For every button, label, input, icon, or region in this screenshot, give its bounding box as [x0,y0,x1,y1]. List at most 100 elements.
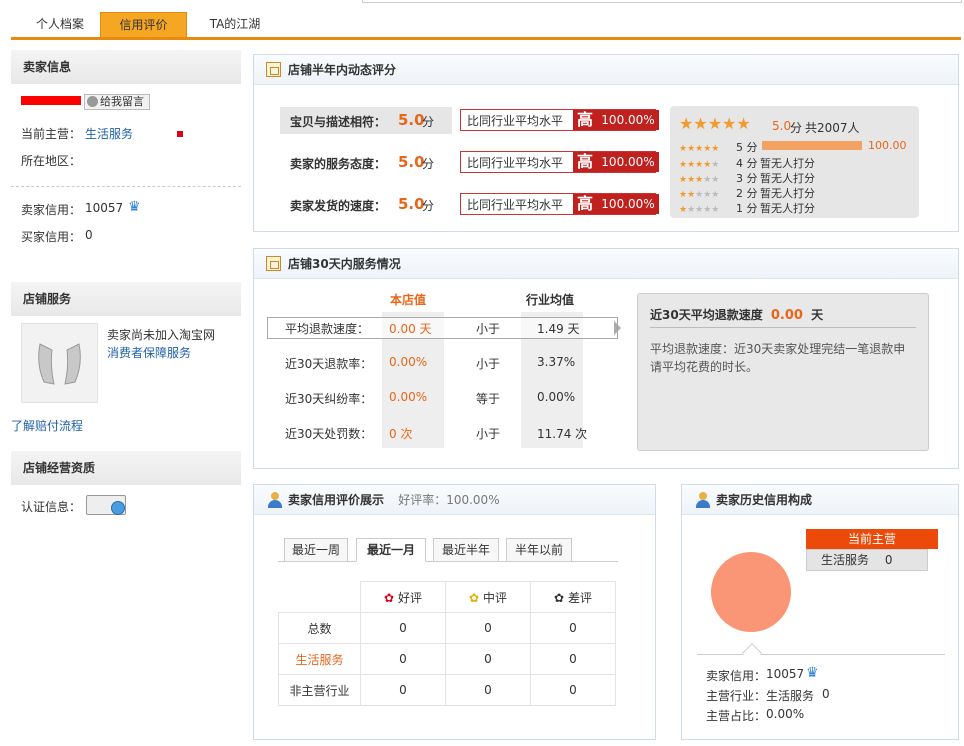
shop-service-header: 店铺服务 [11,282,241,316]
top-search-box-edge [362,0,962,3]
crown-icon[interactable]: ♛ [806,666,819,680]
message-icon [87,96,98,107]
dsr-row-unit: 分 [422,157,435,171]
neutral-review-icon: ✿ [469,590,480,605]
dsr-row-score: 5.0 [398,153,425,171]
cell: 0 [530,643,616,675]
table-header-row: ✿ 好评 ✿ 中评 ✿ 差评 [278,581,616,613]
dsr-row-label: 卖家的服务态度： [290,157,387,171]
tab-week[interactable]: 最近一周 [284,538,348,562]
tab-profile[interactable]: 个人档案 [17,12,103,37]
tab-jianghu[interactable]: TA的江湖 [193,12,277,37]
dsr-row-label: 卖家发货的速度： [290,199,387,213]
crown-icon[interactable]: ♛ [128,200,145,214]
compare-pct: 100.00% [597,152,659,172]
refund-box-desc: 平均退款速度：近30天卖家处理完结一笔退款申请平均花费的时长。 [650,342,906,374]
col-neutral: 中评 [482,590,507,605]
service-row-label: 近30天退款率： [285,357,373,371]
service-row-industry: 1.49 天 [537,322,580,336]
bad-review-icon: ✿ [554,590,565,605]
star-icon: ★★★★★ [679,144,720,154]
redacted-name [21,96,81,105]
row-label: 非主营行业 [278,674,361,706]
buyer-credit-label: 买家信用： [21,230,82,244]
dsr-header: 店铺半年内动态评分 [254,55,958,85]
col-industry: 行业均值 [526,293,575,307]
row-label: 总数 [278,612,361,644]
service-row-cmp: 小于 [476,322,501,336]
service-row-label: 近30天处罚数： [285,427,373,441]
dist-row: ★★★★★ [679,190,720,200]
current-main-badge: 当前主营 [806,529,938,549]
history-pie [711,552,791,632]
table-row: 总数 0 0 0 [278,612,616,644]
certificate-icon[interactable] [86,495,126,515]
seller-credit-label: 卖家信用： [21,203,82,217]
refund-box-title: 近30天平均退款速度 0.00 天 [650,308,824,323]
dist-text: 暂无人打分 [760,172,815,185]
cell: 0 [445,643,531,675]
dsr-compare: 比同行业平均水平高 100.00% [460,193,659,215]
history-item-value: 0 [884,553,893,567]
col-bad: 差评 [567,590,592,605]
history-header: 卖家历史信用构成 [682,485,958,515]
dsr-row-label: 宝贝与描述相符： [290,115,387,129]
history-item: 生活服务 0 [806,549,928,571]
service-row-label: 平均退款速度： [285,322,370,336]
service-row-cmp: 小于 [476,357,501,371]
dsr-title: 店铺半年内动态评分 [288,63,397,77]
refund-speed-box: 近30天平均退款速度 0.00 天 平均退款速度：近30天卖家处理完结一笔退款申… [637,293,929,451]
dsr-row-unit: 分 [422,115,435,129]
dsr-row-score: 5.0 [398,195,425,213]
summary-score: 5.0 [772,119,792,133]
tab-before-half-year[interactable]: 半年以前 [506,538,572,562]
industry-label: 主营行业： [706,689,767,703]
dsr-row-score: 5.0 [398,111,425,129]
divider [11,186,241,187]
service-row-store: 0.00% [389,390,428,404]
credit-show-header: 卖家信用评价展示 好评率：100.00% [254,485,655,515]
service-row-industry: 3.37% [537,355,576,369]
main-business-link[interactable]: 生活服务 [85,125,133,142]
dist-text: 暂无人打分 [760,157,815,170]
cell: 0 [360,612,446,644]
table-row: 生活服务 0 0 0 [278,643,616,675]
cell: 0 [445,674,531,706]
pointer-arrow [614,321,621,335]
credit-show-title: 卖家信用评价展示 [288,493,385,507]
leave-message-button[interactable]: 给我留言 [84,94,150,110]
credit-table: ✿ 好评 ✿ 中评 ✿ 差评 总数 0 0 0 生活服务 0 0 0 非主营行业… [278,581,616,706]
tab-half-year[interactable]: 最近半年 [433,538,499,562]
tab-credit[interactable]: 信用评价 [100,12,187,37]
history-credit-label: 卖家信用： [706,669,767,683]
service30-title: 店铺30天内服务情况 [288,257,401,271]
history-item-label: 生活服务 [821,553,870,567]
good-rate: 好评率：100.00% [398,493,500,507]
leave-message-label: 给我留言 [100,95,144,108]
compare-level: 高 [573,194,597,214]
service-row-industry: 11.74 次 [537,427,588,441]
tab-month[interactable]: 最近一月 [356,538,426,562]
seller-info-header: 卖家信息 [11,50,241,84]
service-row-store: 0.00% [389,355,428,369]
claim-process-link[interactable]: 了解赔付流程 [11,417,83,434]
cell: 0 [445,612,531,644]
dist-row: ★★★★★ [679,175,720,185]
compare-label: 比同行业平均水平 [467,156,564,170]
service-row-industry: 0.00% [537,390,576,404]
protection-link[interactable]: 消费者保障服务 [107,344,191,361]
col-store: 本店值 [390,293,427,307]
dist-pct: 100.00 [868,139,907,152]
history-credit-value: 10057 [766,667,805,681]
dist-label: 2 分 [736,187,758,200]
profile-tab-bar: 个人档案 信用评价 TA的江湖 [11,12,961,40]
history-divider [697,654,945,655]
user-icon [696,492,710,508]
main-business-label: 当前主营： [21,127,82,141]
dist-label: 4 分 [736,157,758,170]
service-row-store: 0 次 [389,427,413,441]
ratio-value: 0.00% [766,707,805,721]
region-label: 所在地区： [21,154,82,168]
compare-level: 高 [573,110,597,130]
compare-level: 高 [573,152,597,172]
